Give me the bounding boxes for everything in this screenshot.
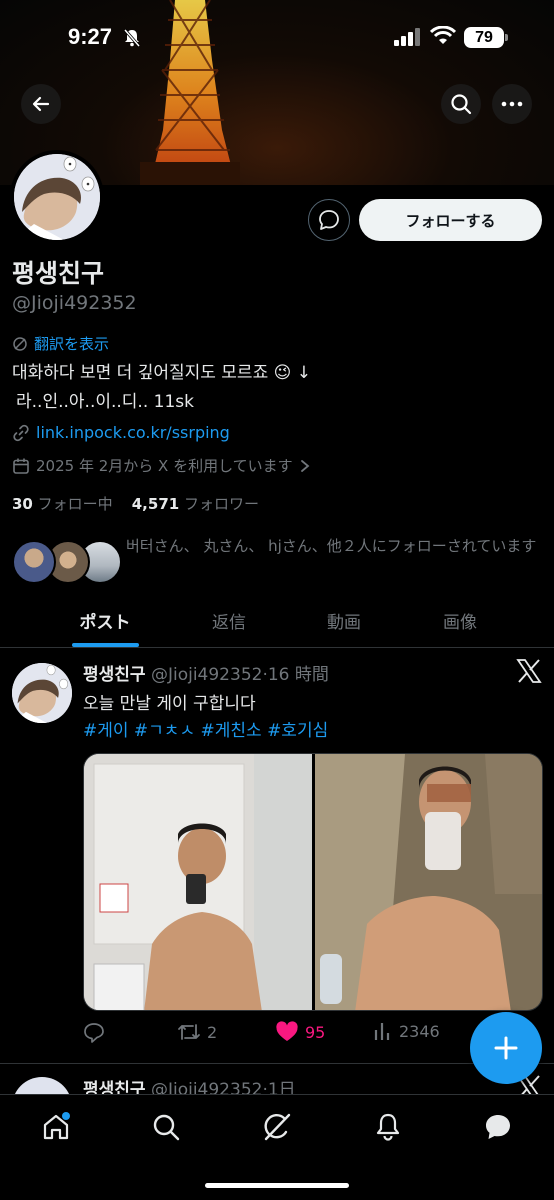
message-button[interactable] [308,199,350,241]
grok-icon [264,1113,291,1141]
translate-icon [13,336,27,351]
x-logo-icon [516,659,542,683]
like-button[interactable]: 95 [275,1021,325,1043]
photo-1-content [84,754,312,1010]
link-icon [13,424,29,441]
tweet-hashtags[interactable]: #게이 #ㄱㅊㅅ #게친소 #호기심 [83,716,328,741]
tweet-actions: 2 95 2346 [83,1021,483,1047]
chat-icon [486,1115,510,1139]
photo-2-content [315,754,542,1010]
tweet-card[interactable]: 평생친구 @Jioji492352·16 時間 오늘 만날 게이 구합니다 #게… [0,649,554,1064]
back-arrow-icon [32,96,50,112]
retweet-button[interactable]: 2 [177,1021,217,1043]
followers-label: フォロワー [183,495,259,513]
follower-avatar-1 [12,540,56,584]
following-count: 30 [12,495,33,513]
bio-line-2: 라..인..아..이..디.. 11sk [16,392,194,412]
tab-posts[interactable]: ポスト [50,608,160,633]
following-link[interactable]: 30 フォロー中 [12,495,113,513]
back-button[interactable] [21,84,61,124]
status-bar: 9:27 79 [0,0,554,76]
nav-messages[interactable] [482,1111,514,1143]
status-time: 9:27 [68,24,113,49]
battery-indicator: 79 [464,27,508,48]
tweet-photo-2[interactable] [315,754,542,1010]
profile-link[interactable]: link.inpock.co.kr/ssrping [12,423,230,442]
tab-images[interactable]: 画像 [405,608,515,633]
tweet-header: 평생친구 @Jioji492352·16 時間 [83,660,329,685]
avatar-illustration [14,154,100,240]
more-icon [501,101,523,107]
views-button[interactable]: 2346 [373,1021,440,1041]
tweet-2-timestamp[interactable]: 1日 [268,1080,296,1095]
bio-line-1: 대화하다 보면 더 깊어질지도 모르죠 😉 ↓ [12,363,311,383]
retweet-icon [178,1024,200,1040]
nav-grok[interactable] [261,1111,293,1143]
calendar-icon [13,458,29,474]
tweet-timestamp[interactable]: 16 時間 [268,665,329,685]
tweet-author-handle[interactable]: @Jioji492352 [151,665,262,685]
profile-tabs: ポスト 返信 動画 画像 [0,598,554,648]
following-label: フォロー中 [37,495,113,513]
profile-handle: @Jioji492352 [12,292,137,314]
nav-notifications[interactable] [372,1111,404,1143]
compose-post-button[interactable] [470,1012,542,1084]
search-button[interactable] [441,84,481,124]
profile-name: 평생친구 [12,259,105,288]
wifi-icon [430,26,456,44]
avatar-illustration [12,663,72,723]
search-icon [153,1114,180,1141]
tweet-media[interactable] [83,753,543,1011]
plus-icon [494,1036,518,1060]
tweet-author-avatar[interactable] [12,663,72,723]
tweet-author-name[interactable]: 평생친구 [83,665,146,685]
translate-label[interactable]: 翻訳を表示 [34,333,109,354]
followed-by-text: 버터さん、 丸さん、 hjさん、他２人にフォローされています [126,537,537,555]
tweet-text: 오늘 만날 게이 구합니다 [83,694,256,714]
tweet-2-author-name[interactable]: 평생친구 [83,1080,146,1095]
heart-icon [276,1021,298,1041]
tab-videos[interactable]: 動画 [289,608,399,633]
nav-home[interactable] [40,1111,72,1143]
followed-by-row[interactable]: 버터さん、 丸さん、 hjさん、他２人にフォローされています [12,534,552,590]
joined-date-text: 2025 年 2月から X を利用しています [36,457,293,475]
home-indicator [205,1183,349,1188]
bell-icon [376,1113,400,1141]
retweet-count: 2 [207,1022,218,1042]
followers-link[interactable]: 4,571 フォロワー [132,495,259,513]
tweet-photo-1[interactable] [84,754,312,1010]
nav-search[interactable] [150,1111,182,1143]
reply-icon [84,1023,104,1043]
more-button[interactable] [492,84,532,124]
views-count: 2346 [399,1021,440,1041]
tweet-2-author-avatar[interactable] [12,1077,72,1095]
bell-slash-icon [123,29,141,47]
tweet-card-2[interactable]: 평생친구 @Jioji492352·1日 [0,1065,554,1095]
message-icon [319,210,339,230]
follow-button[interactable]: フォローする [359,199,542,241]
like-count: 95 [305,1022,326,1042]
tab-replies[interactable]: 返信 [174,608,284,633]
followers-count: 4,571 [131,495,180,513]
translate-bio-link[interactable]: 翻訳を表示 [12,333,109,354]
reply-button[interactable] [83,1021,105,1043]
active-tab-indicator [72,643,139,647]
cellular-signal-icon [394,28,420,46]
follow-stats: 30 フォロー中 4,571 フォロワー [12,493,259,514]
tweet-2-header: 평생친구 @Jioji492352·1日 [83,1075,296,1095]
chevron-right-icon [300,459,310,472]
tweet-2-author-handle[interactable]: @Jioji492352 [151,1080,262,1095]
profile-avatar[interactable] [10,150,104,244]
views-icon [374,1023,390,1040]
home-icon [43,1112,70,1140]
search-icon [451,94,472,115]
joined-date-row[interactable]: 2025 年 2月から X を利用しています [12,455,311,476]
profile-link-text[interactable]: link.inpock.co.kr/ssrping [36,423,230,442]
